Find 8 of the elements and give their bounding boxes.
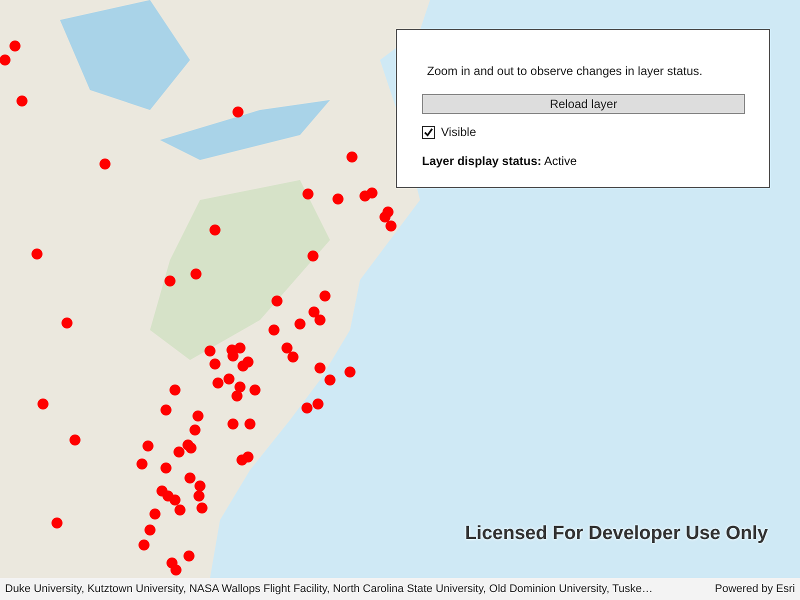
reload-layer-button[interactable]: Reload layer (422, 94, 745, 114)
attribution-text: Duke University, Kutztown University, NASA Wallops Flight Facility, North Carolina State University, Old Dominion University, Tuske… (5, 582, 653, 597)
visible-label[interactable]: Visible (441, 123, 476, 141)
license-notice: Licensed For Developer Use Only (464, 522, 768, 546)
visible-checkbox[interactable] (422, 126, 435, 138)
instruction-text: Zoom in and out to observe changes in layer status. (427, 63, 702, 80)
layer-status-text: Layer display status: Active (422, 153, 577, 170)
powered-by-text: Powered by Esri (714, 582, 795, 597)
